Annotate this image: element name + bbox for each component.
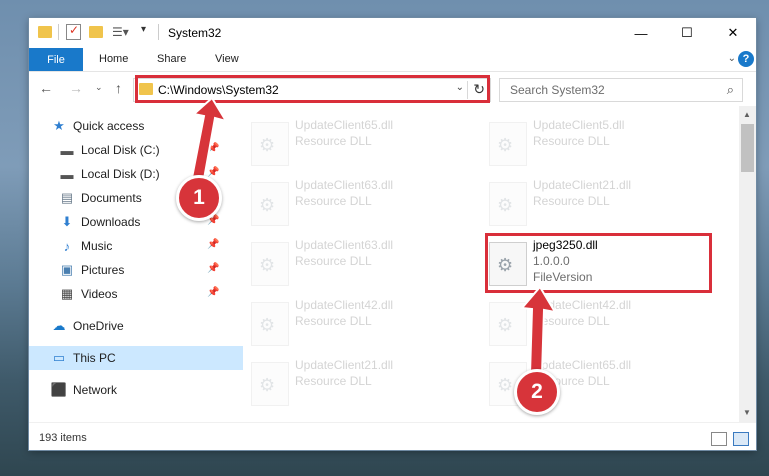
step-1-badge: 1 [176,175,222,221]
arrow-step-2 [519,285,557,377]
annotation-arrows [188,96,557,377]
step-2-badge: 2 [514,369,560,415]
